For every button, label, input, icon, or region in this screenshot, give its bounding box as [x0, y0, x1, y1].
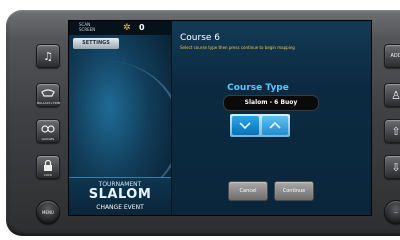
continue-button[interactable]: Continue: [274, 181, 314, 201]
person-icon: ♙: [391, 88, 400, 102]
cancel-button[interactable]: Cancel: [228, 181, 268, 201]
lock-button[interactable]: LOCK: [36, 155, 60, 179]
device-scene: ♫ BALLAST+TRIM GAUGES LOCK MENU ADD ♙ ⇧ …: [0, 0, 400, 240]
arrow-up-icon: ⇧: [391, 124, 400, 138]
ballast-icon: [41, 89, 55, 97]
status-value: 0: [139, 23, 145, 32]
settings-button[interactable]: SETTINGS: [73, 38, 119, 49]
menu-label: MENU: [42, 209, 54, 215]
course-type-label: Course Type: [227, 83, 289, 93]
lock-icon: [44, 159, 52, 171]
person-button[interactable]: ♙: [384, 83, 400, 107]
music-button[interactable]: ♫: [36, 44, 60, 68]
menu-button[interactable]: MENU: [36, 200, 60, 224]
course-type-down-button[interactable]: [232, 116, 259, 135]
change-event-button[interactable]: TOURNAMENT SLALOM CHANGE EVENT: [69, 177, 171, 215]
gauges-caption: GAUGES: [41, 137, 55, 141]
gauges-button[interactable]: GAUGES: [36, 119, 60, 143]
lock-caption: LOCK: [44, 173, 52, 177]
change-event-label: CHANGE EVENT: [96, 204, 144, 211]
chevron-down-icon: [239, 122, 251, 129]
ballast-trim-button[interactable]: BALLAST+TRIM: [36, 83, 60, 107]
gauges-icon: [41, 125, 55, 133]
status-bar: SCAN SCREEN ✲ 0: [69, 21, 171, 35]
course-dialog: Course 6 Select course type then press c…: [171, 21, 371, 215]
minus-icon: —: [394, 209, 398, 215]
course-instructions: Select course type then press continue t…: [180, 45, 295, 50]
add-button[interactable]: ADD: [384, 44, 400, 68]
course-type-value: Slalom - 6 Buoy: [223, 95, 319, 111]
arrow-down-icon: ⇩: [391, 160, 400, 174]
scan-screen-label[interactable]: SCAN SCREEN: [79, 22, 119, 32]
display-screen: SCAN SCREEN ✲ 0 SETTINGS TOURNAMENT SLALO…: [68, 20, 372, 216]
left-panel: SCAN SCREEN ✲ 0 SETTINGS TOURNAMENT SLALO…: [69, 21, 182, 215]
course-title: Course 6: [180, 33, 221, 43]
ballast-caption: BALLAST+TRIM: [37, 101, 61, 105]
add-label: ADD: [390, 52, 400, 59]
course-type-up-button[interactable]: [261, 116, 288, 135]
music-icon: ♫: [43, 49, 53, 63]
sun-icon: ✲: [123, 23, 131, 33]
chevron-up-icon: [269, 122, 281, 129]
event-name: SLALOM: [88, 187, 152, 202]
course-type-stepper: [230, 114, 290, 137]
down-button[interactable]: ⇩: [384, 155, 400, 179]
up-button[interactable]: ⇧: [384, 119, 400, 143]
